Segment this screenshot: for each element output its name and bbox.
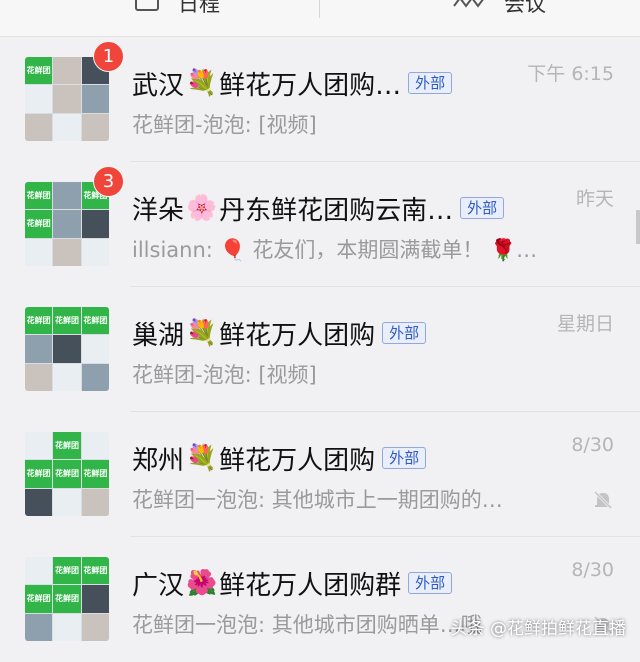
chat-time: 星期日 [556, 313, 614, 335]
tab-schedule-label: 日程 [178, 0, 220, 16]
chat-item[interactable]: 花鲜团 1 武汉 💐 鲜花万人团购… 外部 下午 6:15 花鲜团-泡泡: [视… [0, 37, 640, 162]
external-tag: 外部 [382, 447, 427, 469]
tab-meeting[interactable]: 会议 [452, 0, 546, 18]
meeting-icon [452, 0, 486, 17]
chat-title: 武汉 [132, 70, 185, 101]
unread-badge: 3 [93, 166, 124, 197]
chat-title-line: 洋朵 🌸 丹东鲜花团购云南… 外部 [132, 188, 505, 228]
mute-bell-icon [592, 489, 614, 511]
external-tag: 外部 [408, 72, 453, 94]
external-tag: 外部 [408, 572, 453, 594]
calendar-icon [134, 0, 160, 17]
external-tag: 外部 [460, 197, 505, 219]
chat-preview: illsiann: 🎈 花友们，本期圆满截单！ 🌹… [132, 238, 538, 262]
chat-item[interactable]: 花鲜团 花鲜团 花鲜团 花鲜团 广汉 🌺 鲜花万人团购群 外部 8/30 花鲜团一泡… [0, 537, 640, 662]
group-avatar: 花鲜团 [25, 57, 109, 141]
chat-title-line: 广汉 🌺 鲜花万人团购群 外部 [132, 563, 453, 603]
top-tab-bar: 日程 会议 [0, 0, 640, 37]
chat-title-line: 郑州 💐 鲜花万人团购 外部 [132, 438, 427, 478]
tab-divider [319, 0, 320, 18]
group-avatar: 花鲜团 花鲜团 花鲜团 [25, 307, 109, 391]
chat-preview: 花鲜团一泡泡: 其他城市团购晒单…哦 [132, 613, 482, 637]
chat-title-rest: 鲜花万人团购群 [219, 570, 402, 601]
group-avatar: 花鲜团 花鲜团 花鲜团 花鲜团 [25, 432, 109, 516]
chat-title: 洋朵 [132, 195, 185, 226]
flower-emoji: 💐 [186, 318, 218, 347]
tab-schedule[interactable]: 日程 [134, 0, 220, 18]
chat-preview: 花鲜团一泡泡: 其他城市上一期团购的… [132, 488, 503, 512]
chat-preview: 花鲜团-泡泡: [视频] [132, 113, 317, 137]
chat-title-line: 巢湖 💐 鲜花万人团购 外部 [132, 313, 427, 353]
chat-title-line: 武汉 💐 鲜花万人团购… 外部 [132, 63, 453, 103]
chat-item[interactable]: 花鲜团 花鲜团 花鲜团 巢湖 💐 鲜花万人团购 外部 星期日 花鲜团-泡泡: [视频… [0, 287, 640, 412]
watermark-text: 头条 @花鲜拍鲜花直播 [450, 619, 626, 639]
group-avatar: 花鲜团 花鲜团 花鲜团 花鲜团 [25, 557, 109, 641]
chat-title: 郑州 [132, 445, 185, 476]
flower-emoji: 💐 [186, 68, 218, 97]
chat-title-rest: 丹东鲜花团购云南… [219, 195, 454, 226]
flower-emoji: 🌸 [186, 193, 218, 222]
chat-time: 8/30 [571, 559, 614, 581]
chat-title-rest: 鲜花万人团购… [219, 70, 402, 101]
chat-time: 昨天 [575, 188, 614, 210]
external-tag: 外部 [382, 322, 427, 344]
tab-meeting-label: 会议 [504, 0, 546, 16]
chat-item[interactable]: 花鲜团 花鲜团 花鲜团 花鲜团 郑州 💐 鲜花万人团购 外部 8/30 花鲜团一泡泡… [0, 412, 640, 537]
chat-title-rest: 鲜花万人团购 [219, 445, 376, 476]
chat-time: 下午 6:15 [527, 63, 614, 85]
chat-item[interactable]: 花鲜团 花鲜团 花鲜团 3 洋朵 🌸 丹东鲜花团购云南… 外部 昨天 illsia… [0, 162, 640, 287]
group-avatar: 花鲜团 花鲜团 花鲜团 [25, 182, 109, 266]
scrollbar[interactable] [636, 210, 640, 244]
chat-title: 广汉 [132, 570, 185, 601]
chat-title-rest: 鲜花万人团购 [219, 320, 376, 351]
chat-time: 8/30 [571, 434, 614, 456]
chat-preview: 花鲜团-泡泡: [视频] [132, 363, 317, 387]
flower-emoji: 💐 [186, 443, 218, 472]
chat-title: 巢湖 [132, 320, 185, 351]
flower-emoji: 🌺 [186, 568, 218, 597]
unread-badge: 1 [93, 41, 124, 72]
